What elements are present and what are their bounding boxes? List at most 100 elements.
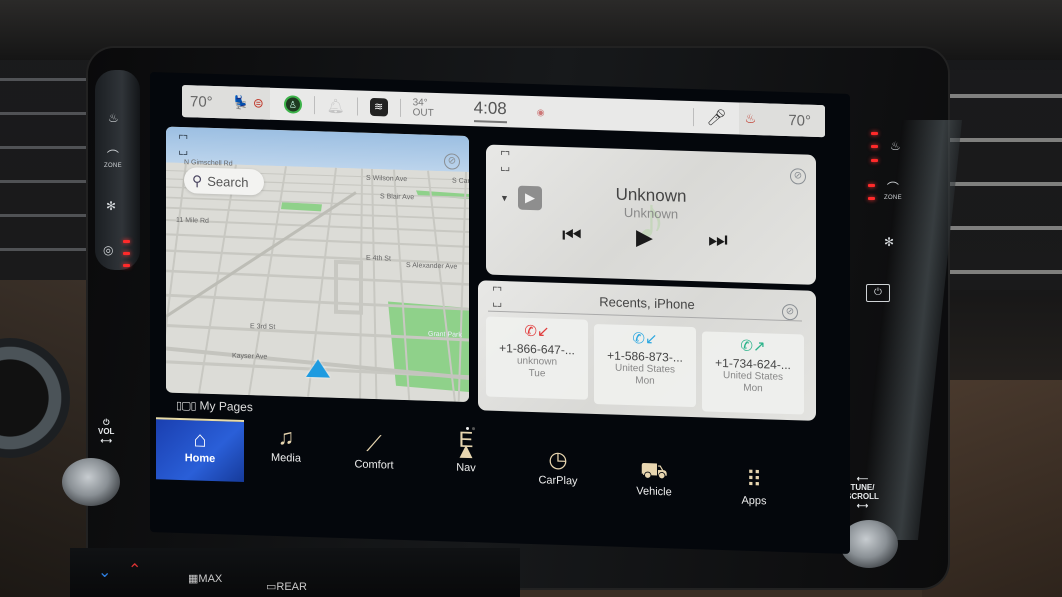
expand-icon[interactable]: ⌜⌝ ⌞⌟	[500, 149, 509, 173]
recent-call-item[interactable]: ✆↗ +1-734-624-... United States Mon	[702, 331, 804, 415]
my-pages-label: My Pages	[199, 398, 253, 415]
heat-level-led	[871, 145, 878, 148]
map-widget[interactable]: ⌜⌝ ⌞⌟ ⊘ ⚲ Search N Gimschell Rd S Wilson …	[166, 126, 469, 403]
compass-icon: E ▲	[455, 426, 477, 464]
car-dashboard: ♨ ⌒ ZONE ✻ ◎ ⏻ VOL ⟷ ♨ ⌒ ZONE ✻ ⏻ ⟵ TUNE/ SCR…	[0, 0, 1062, 597]
street-label: S Cam	[452, 177, 469, 186]
recent-call-item[interactable]: ✆↙ +1-586-873-... United States Mon	[594, 323, 696, 408]
missed-call-icon: ✆↙	[524, 322, 550, 341]
driver-climate-zone[interactable]: 70° 💺 ⊜	[182, 85, 270, 120]
temp-up-button[interactable]: ⌃	[128, 560, 141, 580]
next-track-button[interactable]: ⏭	[708, 227, 728, 254]
heat-level-led	[871, 159, 878, 162]
street-label: S Wilson Ave	[366, 174, 408, 184]
volume-label: ⏻ VOL ⟷	[98, 418, 115, 445]
park-label: Grant Park	[428, 330, 462, 339]
expand-icon[interactable]: ⌜⌝ ⌞⌟	[178, 133, 187, 157]
rear-defrost-button[interactable]: ▭REAR	[266, 580, 307, 593]
seat-comfort-icon: ⟋	[366, 430, 382, 457]
outside-temperature: 34° OUT	[412, 97, 434, 119]
pages-icon: ▯▢▯	[176, 399, 196, 412]
dock-label: Vehicle	[636, 485, 672, 499]
edit-icon[interactable]: ⊘	[790, 168, 806, 185]
edit-icon[interactable]: ⊘	[782, 303, 798, 321]
play-indicator-icon: ◉	[536, 106, 545, 117]
previous-track-button[interactable]: ⏮	[562, 222, 582, 249]
driver-temperature[interactable]: 70°	[184, 93, 219, 111]
infotainment-screen: 70° 💺 ⊜ ♙ 🔔︎ ≋ 34° OUT 4:08 ◉ 🎤︎ ♨ 70° ⌜…	[150, 72, 850, 554]
dock-carplay-button[interactable]: ◷ CarPlay	[518, 446, 598, 489]
recent-call-item[interactable]: ✆↙ +1-866-647-... unknown Tue	[486, 316, 588, 400]
apps-grid-icon: ⠿	[745, 466, 763, 493]
dock-comfort-button[interactable]: ⟋ Comfort	[334, 430, 414, 473]
call-day: Mon	[743, 382, 763, 395]
heated-seat-button-left[interactable]: ♨	[108, 112, 119, 124]
dock-label: Nav	[456, 461, 476, 475]
heat-level-led	[871, 132, 878, 135]
dock-apps-button[interactable]: ⠿ Apps	[714, 466, 794, 509]
music-note-icon: ♫	[277, 424, 295, 450]
heat-level-led	[868, 184, 875, 187]
street-label: 11 Mile Rd	[176, 216, 209, 225]
outgoing-call-icon: ✆↗	[740, 337, 766, 356]
divider	[356, 97, 358, 116]
divider	[399, 98, 401, 117]
play-button[interactable]: ▶	[636, 224, 653, 251]
heat-level-led	[123, 252, 130, 255]
search-icon: ⚲	[192, 171, 203, 189]
map-search-button[interactable]: ⚲ Search	[184, 167, 264, 196]
driver-profile-icon[interactable]: ♙	[283, 95, 302, 114]
dock-label: Media	[271, 451, 301, 465]
ventilated-seat-button-right[interactable]: ✻	[884, 236, 894, 248]
dock-label: CarPlay	[538, 474, 578, 488]
tune-scroll-label: ⟵ TUNE/ SCROLL ⟷	[846, 474, 879, 510]
display-off-button[interactable]: ⏻	[866, 284, 890, 302]
bell-icon[interactable]: 🔔︎	[327, 97, 345, 115]
heated-seat-button-right[interactable]: ♨	[890, 140, 901, 152]
street-label: E 4th St	[366, 254, 391, 263]
ventilated-seat-button-left[interactable]: ✻	[106, 200, 116, 212]
seat-icon[interactable]: 💺	[233, 95, 249, 112]
street-label: E 3rd St	[250, 323, 276, 331]
heated-steering-wheel-icon[interactable]: ⊜	[253, 95, 264, 111]
media-widget[interactable]: ♪ ⌜⌝ ⌞⌟ ⊘ ▼ ▶ Unknown Unknown ⏮ ▶ ⏭	[486, 144, 816, 285]
divider	[693, 108, 695, 127]
clock: 4:08	[473, 98, 507, 124]
dock-label: Comfort	[354, 458, 394, 472]
carplay-icon: ◷	[548, 446, 568, 473]
temp-down-button[interactable]: ⌄	[98, 562, 111, 582]
my-pages-button[interactable]: ▯▢▯ My Pages	[176, 398, 253, 415]
street-label: S Blair Ave	[380, 193, 415, 202]
heated-wheel-button-left[interactable]: ◎	[103, 244, 113, 256]
heated-seat-icon[interactable]: ♨	[745, 111, 757, 127]
outside-temp-label: OUT	[412, 107, 434, 119]
call-day: Mon	[635, 375, 655, 387]
passenger-temperature[interactable]: 70°	[782, 111, 817, 130]
hvac-panel: ⌄ ⌃ ▦MAX ▭REAR	[70, 548, 520, 597]
seat-zone-button-left[interactable]: ⌒ ZONE	[104, 150, 122, 169]
edit-icon[interactable]: ⊘	[444, 153, 460, 170]
passenger-climate-zone[interactable]: ♨ 70°	[738, 102, 825, 138]
current-location-arrow	[306, 358, 330, 378]
seat-zone-button-right[interactable]: ⌒ ZONE	[884, 182, 902, 201]
recent-calls-widget[interactable]: ⌜⌝ ⌞⌟ Recents, iPhone ⊘ ✆↙ +1-866-647-...…	[478, 280, 816, 421]
wifi-icon[interactable]: ≋	[369, 97, 388, 117]
max-defrost-button[interactable]: ▦MAX	[188, 572, 222, 585]
dock-nav-button[interactable]: E ▲ Nav	[426, 426, 506, 476]
incoming-call-icon: ✆↙	[632, 330, 658, 348]
street-label: N Gimschell Rd	[184, 159, 233, 168]
vehicle-icon: ⛟	[640, 457, 668, 484]
dock-label: Apps	[741, 494, 767, 508]
volume-knob[interactable]	[62, 458, 120, 506]
home-icon: ⌂	[193, 426, 207, 452]
divider	[313, 96, 315, 115]
microphone-icon[interactable]: 🎤︎	[706, 107, 726, 128]
dock-media-button[interactable]: ♫ Media	[246, 423, 326, 466]
left-control-strip	[95, 70, 140, 270]
dock-home-button[interactable]: ⌂ Home	[156, 417, 244, 482]
air-vent-left	[0, 60, 100, 280]
zone-label: ZONE	[104, 163, 122, 169]
search-label: Search	[207, 173, 249, 190]
dock-vehicle-button[interactable]: ⛟ Vehicle	[614, 457, 694, 500]
heat-level-led	[123, 240, 130, 243]
